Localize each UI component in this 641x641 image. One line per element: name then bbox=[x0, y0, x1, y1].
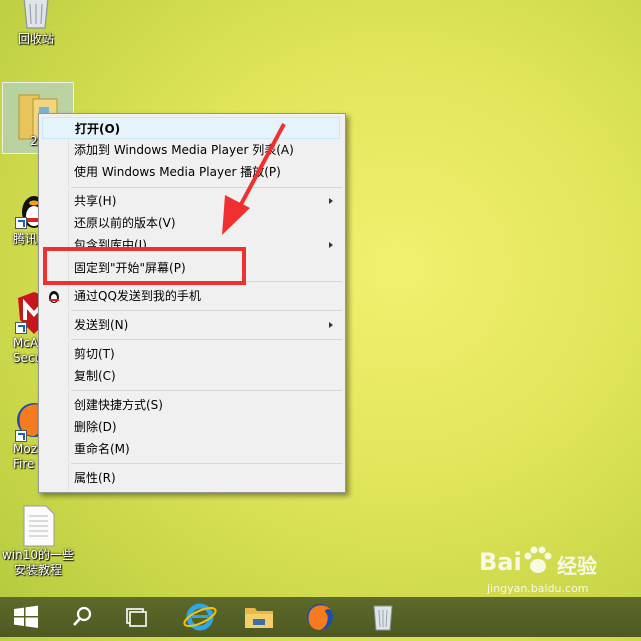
submenu-arrow-icon bbox=[329, 242, 333, 248]
baidu-paw-icon bbox=[524, 546, 552, 573]
search-button[interactable] bbox=[56, 597, 108, 637]
watermark-brand: Bai bbox=[479, 548, 522, 576]
desktop-icon-label: 回收站 bbox=[17, 32, 54, 46]
menu-item-include-in-library[interactable]: 包含到库中(I) bbox=[42, 234, 340, 256]
start-button[interactable] bbox=[0, 597, 52, 637]
file-explorer-button[interactable] bbox=[233, 597, 285, 637]
menu-item-rename[interactable]: 重命名(M) bbox=[42, 438, 340, 460]
firefox-icon bbox=[307, 604, 333, 630]
task-view-icon bbox=[126, 608, 147, 627]
menu-separator bbox=[71, 187, 342, 188]
menu-separator bbox=[71, 281, 342, 282]
menu-item-create-shortcut[interactable]: 创建快捷方式(S) bbox=[42, 394, 340, 416]
submenu-arrow-icon bbox=[329, 198, 333, 204]
qq-icon bbox=[49, 291, 59, 303]
menu-item-cut[interactable]: 剪切(T) bbox=[42, 343, 340, 365]
menu-item-restore-previous-versions[interactable]: 还原以前的版本(V) bbox=[42, 212, 340, 234]
internet-explorer-icon bbox=[183, 603, 217, 631]
baidu-jingyan-watermark: Bai 经验 jingyan.baidu.com bbox=[479, 542, 619, 602]
menu-item-share[interactable]: 共享(H) bbox=[42, 190, 340, 212]
taskbar bbox=[0, 597, 641, 637]
menu-item-add-to-wmp-list[interactable]: 添加到 Windows Media Player 列表(A) bbox=[42, 139, 340, 161]
menu-item-open[interactable]: 打开(O) bbox=[42, 117, 340, 139]
menu-item-pin-to-start[interactable]: 固定到"开始"屏幕(P) bbox=[42, 257, 340, 279]
text-document-icon bbox=[23, 505, 55, 547]
menu-item-properties[interactable]: 属性(R) bbox=[42, 467, 340, 489]
desktop-icon-label: win10的一些 安装教程 bbox=[1, 548, 75, 577]
task-view-button[interactable] bbox=[110, 597, 162, 637]
recycle-bin-icon bbox=[23, 0, 49, 29]
watermark-suffix: 经验 bbox=[557, 554, 597, 578]
desktop-icon-label: 2 bbox=[30, 134, 38, 148]
desktop-icon-recycle-bin[interactable]: 回收站 bbox=[5, 0, 67, 47]
menu-item-copy[interactable]: 复制(C) bbox=[42, 365, 340, 387]
menu-separator bbox=[71, 463, 342, 464]
file-explorer-icon bbox=[245, 608, 273, 628]
recycle-bin-taskbar-button[interactable] bbox=[357, 597, 409, 637]
desktop-icon-document[interactable]: win10的一些 安装教程 bbox=[0, 504, 76, 578]
menu-separator bbox=[71, 310, 342, 311]
watermark-url: jingyan.baidu.com bbox=[487, 582, 589, 595]
firefox-taskbar-button[interactable] bbox=[294, 597, 346, 637]
menu-item-send-to[interactable]: 发送到(N) bbox=[42, 314, 340, 336]
search-icon bbox=[73, 606, 92, 626]
menu-separator bbox=[71, 339, 342, 340]
menu-separator bbox=[71, 390, 342, 391]
internet-explorer-button[interactable] bbox=[174, 597, 226, 637]
shortcut-arrow-icon bbox=[15, 217, 27, 229]
menu-item-delete[interactable]: 删除(D) bbox=[42, 416, 340, 438]
windows-logo-icon bbox=[14, 605, 38, 628]
menu-item-play-with-wmp[interactable]: 使用 Windows Media Player 播放(P) bbox=[42, 161, 340, 183]
menu-item-send-via-qq[interactable]: 通过QQ发送到我的手机 bbox=[42, 285, 340, 307]
submenu-arrow-icon bbox=[329, 322, 333, 328]
shortcut-arrow-icon bbox=[15, 322, 27, 334]
shortcut-arrow-icon bbox=[15, 430, 27, 442]
recycle-bin-icon bbox=[373, 605, 393, 631]
context-menu: 打开(O) 添加到 Windows Media Player 列表(A) 使用 … bbox=[38, 113, 346, 493]
